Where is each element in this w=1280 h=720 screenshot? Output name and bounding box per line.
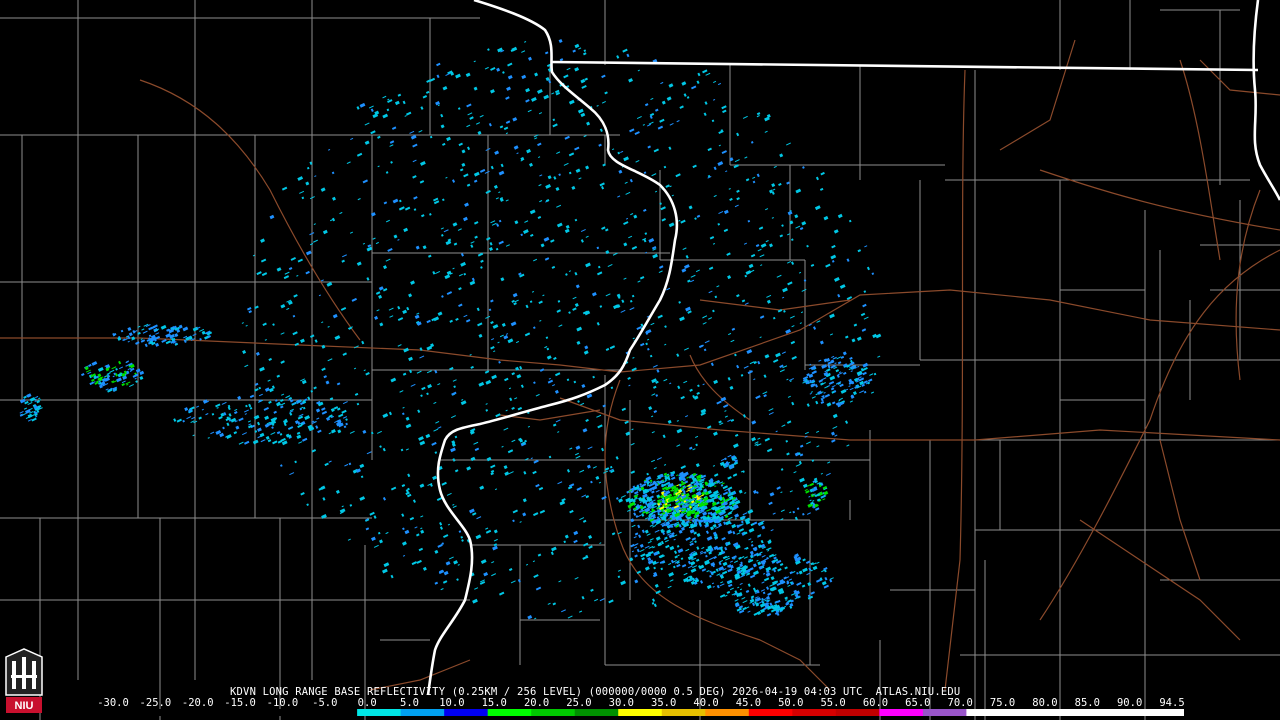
- colorbar-segment: [618, 709, 663, 716]
- scale-label: 75.0: [989, 697, 1016, 709]
- scale-label: 0.0: [357, 697, 377, 709]
- scale-label: 60.0: [862, 697, 889, 709]
- reflectivity-scale-labels: -30.0 -25.0 -20.0 -15.0 -10.0 -5.0 0.0 5.0 10.0 1…: [0, 697, 1280, 709]
- scale-label: -25.0: [139, 697, 172, 709]
- scale-label: -10.0: [266, 697, 299, 709]
- scale-label: 94.5: [1159, 697, 1185, 709]
- reflectivity-colorbar: [96, 709, 1184, 716]
- colorbar-segment: [400, 709, 445, 716]
- colorbar-segment: [139, 709, 184, 716]
- scale-label: 20.0: [523, 697, 550, 709]
- colorbar-segment: [444, 709, 489, 716]
- scale-label: 70.0: [947, 697, 973, 709]
- scale-label: 55.0: [820, 697, 846, 709]
- colorbar-segment: [661, 709, 706, 716]
- scale-label: 35.0: [651, 697, 677, 709]
- scale-label: 90.0: [1116, 697, 1143, 709]
- scale-label: -30.0: [97, 697, 129, 709]
- colorbar-segment: [531, 709, 576, 716]
- scale-label: -20.0: [181, 697, 214, 709]
- radar-map: [0, 0, 1280, 720]
- colorbar-segment: [487, 709, 532, 716]
- colorbar-segment: [1053, 709, 1098, 716]
- scale-label: 45.0: [735, 697, 762, 709]
- colorbar-segment: [270, 709, 315, 716]
- colorbar-segment: [792, 709, 837, 716]
- colorbar-segment: [1009, 709, 1054, 716]
- colorbar-segment: [357, 709, 402, 716]
- scale-label: 50.0: [778, 697, 804, 709]
- scale-label: 40.0: [693, 697, 719, 709]
- scale-label: -15.0: [224, 697, 256, 709]
- scale-label: 5.0: [400, 697, 419, 709]
- colorbar-segment: [313, 709, 358, 716]
- scale-label: 65.0: [905, 697, 931, 709]
- colorbar-segment: [966, 709, 1011, 716]
- scale-label: 30.0: [608, 697, 634, 709]
- colorbar-segment: [1140, 709, 1184, 716]
- colorbar-segment: [226, 709, 271, 716]
- colorbar-segment: [748, 709, 793, 716]
- colorbar-segment: [705, 709, 750, 716]
- scale-label: 15.0: [481, 697, 507, 709]
- colorbar-segment: [1096, 709, 1141, 716]
- scale-label: 85.0: [1074, 697, 1100, 709]
- colorbar-segment: [835, 709, 880, 716]
- colorbar-segment: [879, 709, 924, 716]
- colorbar-segment: [183, 709, 228, 716]
- scale-label: 80.0: [1032, 697, 1058, 709]
- colorbar-segment: [922, 709, 967, 716]
- colorbar-segment: [574, 709, 619, 716]
- scale-label: -5.0: [312, 697, 338, 709]
- scale-label: 25.0: [566, 697, 592, 709]
- colorbar-segment: [96, 709, 141, 716]
- scale-label: 10.0: [439, 697, 465, 709]
